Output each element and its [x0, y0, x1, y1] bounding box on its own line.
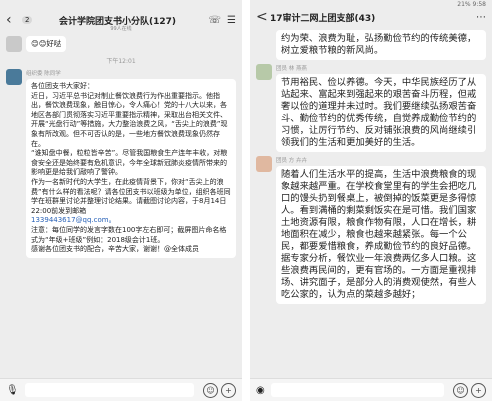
message-line: 各位团支书大家好：	[31, 82, 94, 90]
message-line: 感谢各位团支书的配合，辛苦大家，谢谢！@全体成员	[31, 245, 199, 254]
avatar[interactable]	[256, 156, 272, 172]
avatar[interactable]	[256, 64, 272, 80]
email-link[interactable]: 1339443617@qq.com。	[31, 216, 231, 226]
message-line: “谁知盘中餐，粒粒皆辛苦”。尽管我国粮食生产连年丰收，对粮食安全还是始终要有危机…	[31, 149, 228, 177]
status-bar	[0, 0, 242, 8]
input-bar: ◉ ☺ +	[250, 378, 492, 401]
more-icon[interactable]: ⋯	[476, 12, 486, 23]
chat-title: 17审计二网上团支部(43)	[270, 13, 376, 24]
message-line: 注意：每位同学的发言字数在100字左右即可；截屏图片命名格式为“年级+班级”例如…	[31, 225, 227, 244]
divider	[242, 0, 250, 401]
message-bubble: 各位团支书大家好： 近日，习近平总书记对制止餐饮浪费行为作出重要指示。他指出，餐…	[26, 79, 236, 258]
avatar[interactable]	[6, 36, 22, 52]
phone-icon[interactable]: ☏	[209, 15, 222, 26]
emoji-icon[interactable]: ☺	[453, 382, 468, 398]
status-info: 21% 9:58	[457, 0, 486, 8]
timestamp: 下午12:01	[106, 58, 136, 65]
right-chat-panel: 21% 9:58 < 17审计二网上团支部(43) ⋯ 约为荣、浪费为耻，弘扬勤…	[250, 0, 492, 401]
emoji-message: 😊😊好哒	[6, 36, 236, 52]
avatar[interactable]	[6, 69, 22, 85]
chat-header: < 17审计二网上团支部(43) ⋯	[250, 8, 492, 26]
chat-header: ‹ 2 会计学院团支书小分队(127) ☏ ☰ 99人在线	[0, 8, 242, 32]
message-bubble: 随着人们生活水平的提高，生活中浪费粮食的现象越来越严重。在学校食堂里有的学生会把…	[276, 166, 486, 304]
message-bubble: 约为荣、浪费为耻，弘扬勤俭节约的传统美德，树立爱粮节粮的新风尚。	[276, 30, 486, 60]
message-input[interactable]	[270, 383, 444, 397]
menu-icon[interactable]: ☰	[227, 15, 236, 26]
sender-tag: 团员 方 卉卉	[276, 158, 307, 164]
left-chat-panel: ‹ 2 会计学院团支书小分队(127) ☏ ☰ 99人在线 😊😊好哒 下午12:…	[0, 0, 242, 401]
input-bar: 🎙 ☺ +	[0, 378, 242, 401]
message-bubble: 节用裕民、俭以养德。今天，中华民族经历了从站起来、富起来到强起来的艰苦奋斗历程，…	[276, 74, 486, 152]
online-count: 99人在线	[110, 26, 132, 32]
announcement-message: 组织委 陈同学 各位团支书大家好： 近日，习近平总书记对制止餐饮浪费行为作出重要…	[6, 69, 236, 258]
sender-tag: 团员 林 燕燕	[276, 66, 307, 72]
message-line: 近日，习近平总书记对制止餐饮浪费行为作出重要指示。他指出，餐饮浪费现象，触目惊心…	[31, 91, 228, 148]
add-icon[interactable]: +	[471, 382, 486, 398]
voice-icon[interactable]: ◉	[256, 385, 265, 396]
message: 团员 方 卉卉 随着人们生活水平的提高，生活中浪费粮食的现象越来越严重。在学校食…	[256, 156, 486, 304]
message-bubble: 😊😊好哒	[26, 36, 67, 52]
message: 约为荣、浪费为耻，弘扬勤俭节约的传统美德，树立爱粮节粮的新风尚。	[276, 30, 486, 60]
message: 团员 林 燕燕 节用裕民、俭以养德。今天，中华民族经历了从站起来、富起来到强起来…	[256, 64, 486, 152]
message-line: 作为一名新时代的大学生，在此疫情背景下，你对“舌尖上的浪费”有什么样的看法呢？请…	[31, 177, 231, 215]
message-input[interactable]	[24, 383, 194, 397]
emoji-icon[interactable]: ☺	[203, 382, 218, 398]
unread-badge: 2	[22, 16, 33, 24]
add-icon[interactable]: +	[221, 382, 236, 398]
sender-tag: 组织委 陈同学	[26, 71, 61, 77]
voice-icon[interactable]: 🎙	[6, 385, 19, 396]
status-bar: 21% 9:58	[250, 0, 492, 8]
back-button[interactable]: <	[256, 9, 270, 25]
